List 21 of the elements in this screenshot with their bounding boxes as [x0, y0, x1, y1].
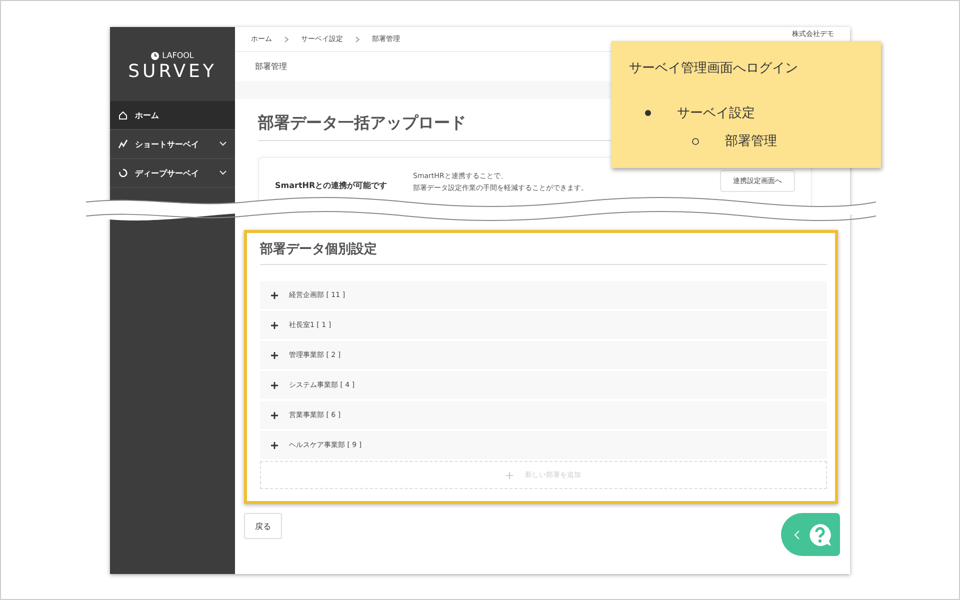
circle-bullet-icon	[692, 138, 699, 144]
page-title: 部署管理	[255, 61, 287, 72]
note-title: サーベイ管理画面へログイン	[629, 60, 799, 77]
logo-subtitle: LAFOOL	[162, 51, 194, 60]
bullet-icon	[645, 110, 651, 116]
back-button[interactable]: 戻る	[244, 513, 282, 539]
help-button[interactable]	[781, 513, 840, 556]
plus-icon	[506, 472, 513, 478]
chevron-left-icon	[794, 530, 800, 540]
clock-icon	[151, 52, 160, 60]
line-chart-icon	[118, 139, 128, 149]
help-bubble-icon	[808, 522, 832, 546]
chevron-right-icon	[284, 36, 289, 42]
sidebar-item[interactable]: ショートサーベイ	[110, 130, 235, 159]
chevron-right-icon	[355, 36, 360, 42]
sidebar-item[interactable]: ディープサーベイ	[110, 159, 235, 188]
section-heading: 部署データ個別設定	[260, 238, 827, 265]
sidebar-item[interactable]: ホーム	[110, 101, 235, 130]
logo-title: SURVEY	[128, 61, 217, 82]
card-label: SmartHRとの連携が可能です	[275, 180, 388, 191]
home-icon	[118, 110, 128, 120]
